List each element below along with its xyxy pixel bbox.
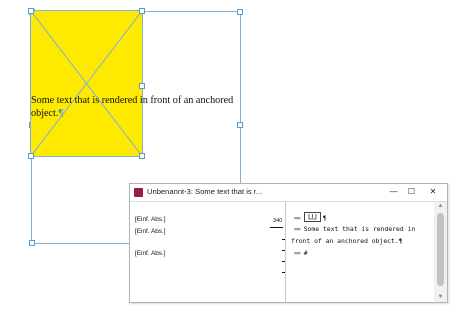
scroll-thumb[interactable] bbox=[437, 213, 444, 286]
close-icon: ✕ bbox=[429, 187, 437, 196]
depth-ruler-tick bbox=[282, 272, 285, 273]
end-of-story-mark: # bbox=[303, 249, 308, 257]
story-line: Some text that is rendered in front of a… bbox=[31, 94, 243, 107]
window-title: Unbenannt-3: Some text that is r... bbox=[147, 187, 263, 196]
selection-handle[interactable] bbox=[28, 8, 34, 14]
depth-ruler-value: 340 bbox=[269, 218, 284, 228]
depth-ruler-tick bbox=[282, 261, 285, 262]
paragraph-style-label: [Einf. Abs.] bbox=[135, 216, 166, 223]
scroll-down-button[interactable]: ▼ bbox=[434, 293, 447, 302]
line-marker: == bbox=[294, 249, 301, 257]
line-marker: == bbox=[294, 225, 301, 233]
selection-handle[interactable] bbox=[237, 9, 243, 15]
vertical-scrollbar[interactable]: ▲ ▼ bbox=[434, 202, 447, 302]
text-row: == ¶ bbox=[294, 212, 327, 223]
text-row: == Some text that is rendered in bbox=[294, 225, 415, 233]
minimize-button[interactable]: — bbox=[384, 185, 403, 198]
paragraph-style-label: [Einf. Abs.] bbox=[135, 228, 166, 235]
pilcrow-mark: ¶ bbox=[58, 108, 64, 119]
anchored-object-icon[interactable] bbox=[303, 212, 321, 222]
story-editor-window[interactable]: Unbenannt-3: Some text that is r... — ☐ … bbox=[129, 183, 448, 303]
text-row: front of an anchored object.¶ bbox=[291, 237, 403, 245]
scroll-up-button[interactable]: ▲ bbox=[434, 202, 447, 211]
minimize-icon: — bbox=[389, 187, 398, 196]
depth-ruler-tick bbox=[282, 239, 285, 240]
text-row: == # bbox=[294, 249, 308, 257]
depth-ruler-tick bbox=[282, 250, 285, 251]
info-column: [Einf. Abs.] [Einf. Abs.] [Einf. Abs.] 3… bbox=[130, 202, 286, 302]
story-line: object.¶ bbox=[31, 107, 243, 120]
title-bar[interactable]: Unbenannt-3: Some text that is r... — ☐ … bbox=[130, 184, 447, 202]
close-button[interactable]: ✕ bbox=[419, 185, 447, 198]
app-icon bbox=[134, 188, 143, 197]
story-line-text: object. bbox=[31, 108, 59, 119]
paragraph-style-label: [Einf. Abs.] bbox=[135, 250, 166, 257]
story-text[interactable]: Some text that is rendered in front of a… bbox=[31, 94, 243, 120]
line-marker: == bbox=[294, 214, 301, 222]
story-editor-text: front of an anchored object.¶ bbox=[291, 237, 403, 245]
selection-handle[interactable] bbox=[237, 122, 243, 128]
selection-handle[interactable] bbox=[139, 8, 145, 14]
empty-frame-cross bbox=[31, 11, 142, 156]
story-line-text: Some text that is rendered in front of a… bbox=[31, 95, 234, 106]
selection-handle[interactable] bbox=[139, 83, 145, 89]
story-text-column[interactable]: == ¶ == Some text that is rendered in fron… bbox=[286, 202, 434, 302]
selection-handle[interactable] bbox=[29, 240, 35, 246]
maximize-icon: ☐ bbox=[407, 187, 416, 196]
anchored-graphic-frame[interactable] bbox=[28, 8, 145, 159]
selection-handle[interactable] bbox=[139, 153, 145, 159]
anchor-glyph bbox=[308, 214, 317, 220]
pilcrow-mark: ¶ bbox=[322, 214, 327, 222]
selection-handle[interactable] bbox=[28, 153, 34, 159]
story-editor-text: Some text that is rendered in bbox=[303, 225, 416, 233]
